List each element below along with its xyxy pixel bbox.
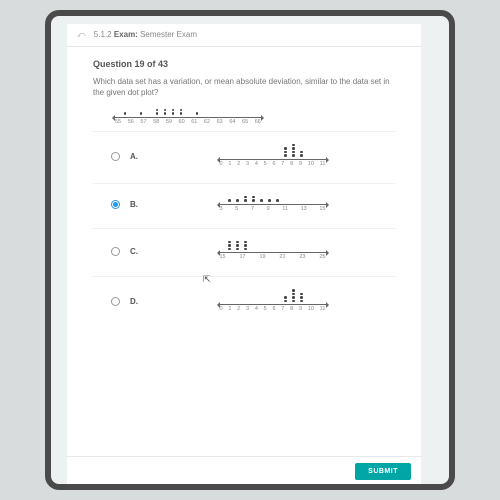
crumb-name: Semester Exam bbox=[140, 30, 197, 39]
crumb-code: 5.1.2 bbox=[94, 30, 112, 39]
label-b: B. bbox=[130, 200, 140, 209]
option-c[interactable]: C. 151719212325 bbox=[93, 228, 395, 277]
device-screen: ⤺ 5.1.2 Exam: Semester Exam Question 19 … bbox=[45, 10, 455, 490]
radio-c[interactable] bbox=[111, 247, 120, 256]
submit-bar: SUBMIT bbox=[67, 456, 421, 486]
label-d: D. bbox=[130, 297, 140, 306]
page: ⤺ 5.1.2 Exam: Semester Exam Question 19 … bbox=[67, 24, 421, 486]
label-a: A. bbox=[130, 152, 140, 161]
submit-button[interactable]: SUBMIT bbox=[355, 463, 411, 480]
given-dotplot: 555657585960616263646566 bbox=[113, 109, 263, 125]
plot-c: 151719212325 bbox=[218, 241, 328, 261]
question-heading: Question 19 of 43 bbox=[93, 59, 395, 69]
radio-b[interactable] bbox=[111, 200, 120, 209]
plot-b: 3579111315 bbox=[218, 196, 328, 212]
radio-d[interactable] bbox=[111, 297, 120, 306]
plot-d: 01234567891011 bbox=[218, 289, 328, 312]
option-b[interactable]: B. 3579111315 bbox=[93, 183, 395, 228]
label-c: C. bbox=[130, 247, 140, 256]
option-d[interactable]: D. 01234567891011 bbox=[93, 276, 395, 328]
option-a[interactable]: A. 01234567891011 bbox=[93, 131, 395, 183]
breadcrumb: ⤺ 5.1.2 Exam: Semester Exam bbox=[67, 24, 421, 47]
content: Question 19 of 43 Which data set has a v… bbox=[67, 47, 421, 456]
question-stem: Which data set has a variation, or mean … bbox=[93, 77, 395, 99]
plot-a: 01234567891011 bbox=[218, 144, 328, 167]
crumb-label: Exam: bbox=[114, 30, 138, 39]
radio-a[interactable] bbox=[111, 152, 120, 161]
back-icon[interactable]: ⤺ bbox=[77, 30, 86, 39]
